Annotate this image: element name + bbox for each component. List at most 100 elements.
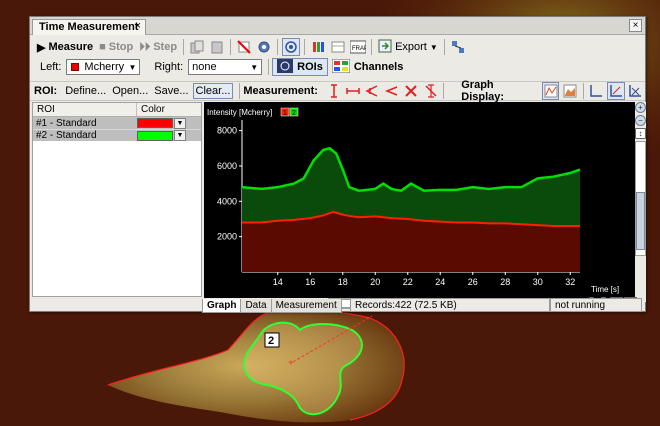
x-tick-label: 18 [338, 277, 348, 287]
clear-button[interactable]: Clear... [192, 83, 234, 99]
y-tick-label: 4000 [217, 196, 237, 206]
x-tick-label: 28 [500, 277, 510, 287]
target-icon[interactable] [282, 38, 301, 56]
export-icon [378, 39, 392, 56]
tab-graph[interactable]: Graph [202, 299, 242, 313]
intensity-graph[interactable]: Intensity [Mcherry] 1 2 Time [s] 2000 400… [204, 102, 635, 298]
separator [304, 39, 306, 55]
area-graph-icon[interactable] [561, 82, 578, 100]
rois-icon [277, 58, 294, 76]
chevron-down-icon[interactable]: ▼ [174, 117, 186, 129]
fit-scale-icon[interactable] [627, 82, 644, 100]
records-status: Records:422 (72.5 KB) [350, 298, 550, 312]
clear-measurements-icon[interactable] [422, 82, 439, 100]
copy-icon[interactable] [188, 38, 206, 56]
chevron-down-icon[interactable]: ▼ [174, 130, 186, 141]
table-row[interactable]: #1 - Standard ▼ [33, 117, 201, 129]
x-tick-label: 26 [468, 277, 478, 287]
separator [582, 83, 584, 99]
y-tick-label: 6000 [217, 161, 237, 171]
channels-button[interactable]: Channels [328, 58, 408, 76]
step-button[interactable]: ⏵⏵ Step [136, 38, 180, 56]
left-channel-select[interactable]: Mcherry ▼ [66, 59, 141, 75]
red-swatch-icon [71, 63, 80, 71]
window-close-button[interactable]: × [629, 19, 642, 32]
measure-button[interactable]: ▶ Measure [34, 38, 96, 56]
fit-vertical-icon[interactable]: ↕ [635, 128, 646, 139]
tab-close-icon[interactable]: × [135, 20, 141, 32]
vertical-measure-icon[interactable] [325, 82, 342, 100]
vertical-zoom-bar: + − ↕ [635, 102, 646, 302]
step-icon: ⏵⏵ [139, 40, 151, 53]
tab-time-measurement[interactable]: Time Measurement × [32, 19, 146, 35]
separator [371, 39, 373, 55]
roi-number: 2 [268, 335, 274, 347]
channels-icon [331, 58, 351, 76]
roi-cross: + [288, 358, 294, 369]
series-2-line [241, 146, 581, 193]
legend-label-1: 1 [283, 110, 287, 117]
roi-color-swatch[interactable] [137, 118, 173, 128]
left-channel-value: Mcherry [84, 61, 125, 73]
delete-measurement-icon[interactable] [403, 82, 420, 100]
y-tick-label: 2000 [217, 232, 237, 242]
main-toolbar: ▶ Measure ■ Stop ⏵⏵ Step FRAP Export ▼ [30, 37, 645, 57]
zoom-out-icon[interactable]: − [635, 115, 646, 126]
delete-chart-icon[interactable] [235, 38, 253, 56]
angle-measure-icon[interactable] [364, 82, 381, 100]
zoom-in-icon[interactable]: + [635, 102, 646, 113]
step-label: Step [153, 41, 178, 53]
frap-icon[interactable]: FRAP [349, 38, 367, 56]
settings-gear-icon[interactable] [255, 38, 273, 56]
y-tick-label: 8000 [217, 126, 237, 136]
measure-label: Measure [48, 41, 94, 53]
channel-toolbar: Left: Mcherry ▼ Right: none ▼ ROIs Chann… [30, 58, 645, 76]
chevron-down-icon: ▼ [429, 42, 438, 52]
tab-bar: Time Measurement × × [30, 17, 645, 35]
table-icon[interactable] [329, 38, 347, 56]
network-icon[interactable] [449, 38, 467, 56]
chevron-down-icon: ▼ [250, 62, 259, 72]
rois-button[interactable]: ROIs [272, 58, 328, 76]
line-graph-icon[interactable] [541, 82, 560, 100]
separator [183, 39, 185, 55]
time-measurement-window: Time Measurement × × ▶ Measure ■ Stop ⏵⏵… [29, 16, 646, 313]
export-button[interactable]: Export ▼ [375, 38, 441, 56]
horizontal-measure-icon[interactable] [344, 82, 361, 100]
define-button[interactable]: Define... [65, 85, 106, 97]
tab-data[interactable]: Data [240, 299, 272, 313]
separator [443, 39, 445, 55]
vertical-scrollbar[interactable] [635, 141, 646, 256]
tab-measurement[interactable]: Measurement [270, 299, 342, 313]
x-tick-label: 24 [435, 277, 445, 287]
table-row[interactable]: #2 - Standard ▼ [33, 129, 201, 141]
save-button[interactable]: Save... [154, 85, 188, 97]
separator [230, 39, 232, 55]
color-column-header[interactable]: Color [137, 103, 201, 116]
rois-label: ROIs [297, 61, 323, 73]
x-tick-label: 16 [305, 277, 315, 287]
separator [277, 39, 279, 55]
roi-column-header[interactable]: ROI [33, 103, 137, 116]
stop-icon: ■ [99, 41, 106, 53]
auto-scale-icon[interactable] [607, 82, 625, 100]
open-button[interactable]: Open... [112, 85, 148, 97]
axis-scale-icon[interactable] [588, 82, 605, 100]
roi-color-swatch[interactable] [137, 130, 173, 141]
right-channel-select[interactable]: none ▼ [188, 59, 263, 75]
separator [268, 59, 270, 75]
run-status: not running [550, 298, 642, 312]
x-tick-label: 20 [370, 277, 380, 287]
paste-icon[interactable] [208, 38, 226, 56]
slope-measure-icon[interactable] [383, 82, 400, 100]
stop-button[interactable]: ■ Stop [96, 38, 136, 56]
view-tabs: Graph Data Measurement [202, 298, 342, 313]
roi-label: ROI: [34, 85, 58, 97]
y-axis-label: Intensity [Mcherry] [207, 108, 272, 117]
vertical-scroll-thumb[interactable] [636, 192, 645, 250]
color-bars-icon[interactable] [309, 38, 327, 56]
svg-text:FRAP: FRAP [352, 46, 366, 52]
x-axis-label: Time [s] [591, 285, 619, 294]
roi-table-header: ROI Color [33, 103, 201, 117]
roi-toolbar: ROI: Define... Open... Save... Clear... … [30, 79, 645, 103]
